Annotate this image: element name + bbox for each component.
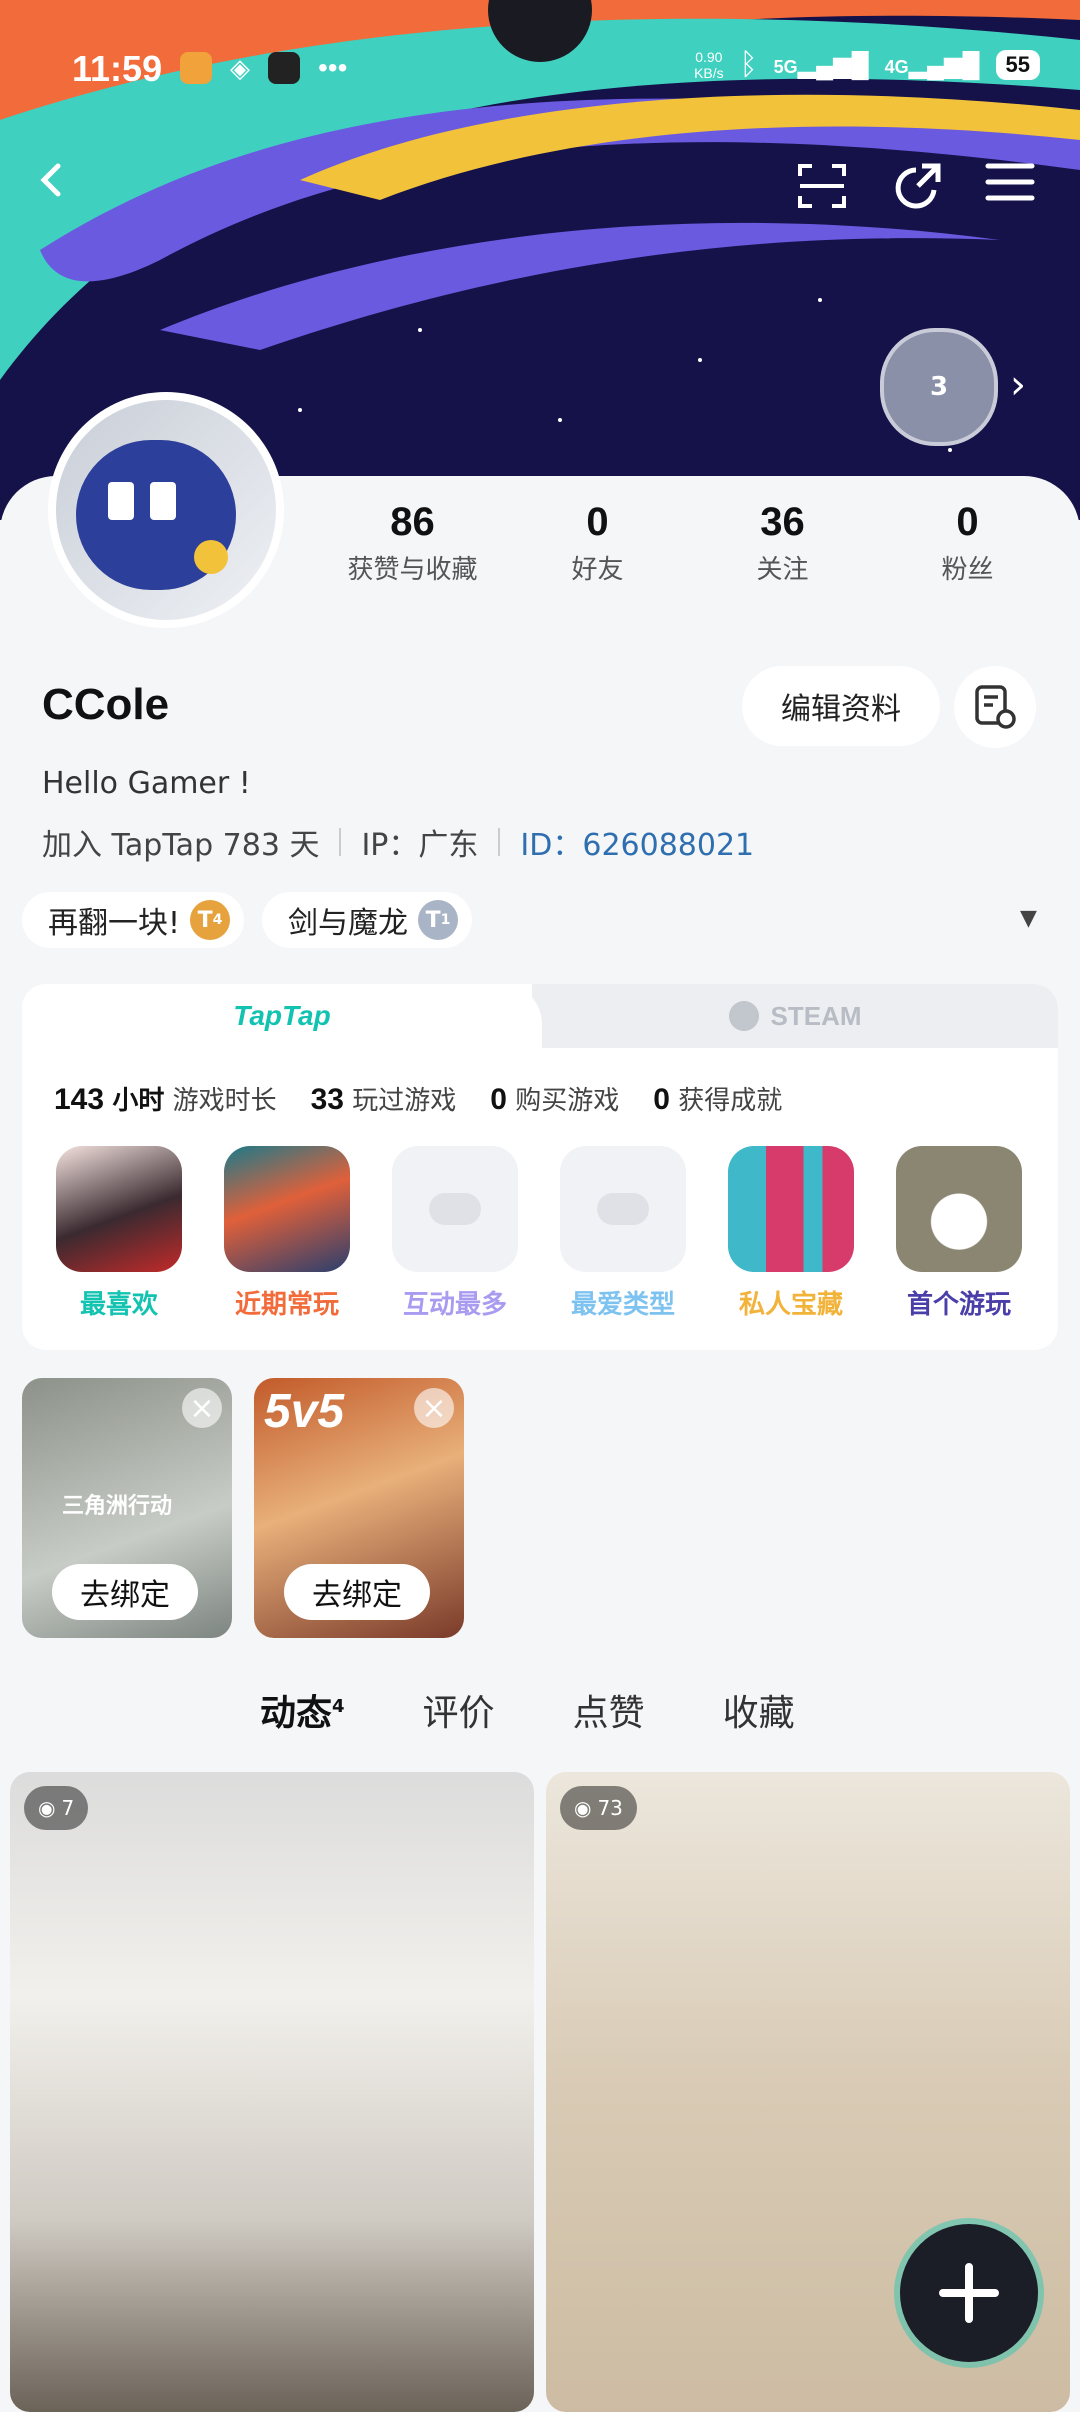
bind-game-card[interactable]: 三角洲行动 × 去绑定 — [22, 1378, 232, 1638]
bluetooth-icon: ᛒ — [739, 48, 758, 81]
platform-tabs: STEAM TapTap — [22, 984, 1058, 1048]
bind-button[interactable]: 去绑定 — [284, 1564, 430, 1620]
medal-level: 3 — [929, 372, 949, 402]
category-interaction[interactable]: 互动最多 — [392, 1146, 518, 1321]
stat-achievements: 0 获得成就 — [653, 1083, 783, 1116]
stat-followers[interactable]: 0 粉丝 — [875, 500, 1060, 586]
tag-level-badge: T1 — [418, 900, 459, 940]
app-notification-icon — [268, 52, 300, 84]
user-id[interactable]: ID：626088021 — [520, 820, 754, 864]
stat-bought: 0 购买游戏 — [490, 1083, 620, 1116]
tag-item[interactable]: 再翻一块! T4 — [22, 892, 245, 948]
share-button[interactable] — [890, 160, 954, 224]
steam-icon — [728, 1001, 759, 1031]
medal-badge[interactable]: 3 — [880, 328, 998, 446]
battery-indicator: 55 — [995, 50, 1040, 80]
expand-tags-icon[interactable]: ▼ — [1020, 906, 1037, 931]
eye-icon: ◉ — [38, 1796, 56, 1820]
profile-meta: 加入 TapTap 783 天 IP：广东 ID：626088021 — [42, 820, 754, 864]
edit-profile-button[interactable]: 编辑资料 — [742, 666, 940, 746]
join-days: 加入 TapTap 783 天 — [42, 828, 320, 863]
game-icon — [56, 1146, 182, 1272]
note-gear-icon — [975, 685, 1016, 729]
status-time: 11:59 — [72, 48, 163, 89]
divider — [339, 828, 342, 856]
share-icon — [895, 163, 941, 209]
status-bar: 11:59 ◈ ••• 0.90 KB/s ᛒ 5G▂▄▆█ 4G▂▄▆█ 55 — [72, 48, 1040, 92]
view-count: ◉ 7 — [24, 1786, 89, 1830]
app-notification-icon — [180, 52, 212, 84]
profile-stats: 86 获赞与收藏 0 好友 36 关注 0 粉丝 — [320, 500, 1060, 586]
layers-icon: ◈ — [230, 52, 250, 83]
bind-game-card[interactable]: 5v5 × 去绑定 — [254, 1378, 464, 1638]
tab-steam[interactable]: STEAM — [532, 984, 1058, 1048]
signal-4g-icon: 4G▂▄▆█ — [884, 51, 980, 79]
feed-tabs: 动态4 评价 点赞 收藏 — [260, 1684, 795, 1736]
tag-item[interactable]: 剑与魔龙 T1 — [262, 892, 473, 948]
ip-location: IP：广东 — [361, 828, 479, 863]
eye-icon: ◉ — [574, 1796, 592, 1820]
category-favorite[interactable]: 最喜欢 — [56, 1146, 182, 1321]
category-type[interactable]: 最爱类型 — [560, 1146, 686, 1321]
back-arrow-icon — [40, 163, 61, 197]
menu-button[interactable] — [984, 160, 1048, 224]
tab-like[interactable]: 点赞 — [573, 1684, 645, 1736]
category-recent[interactable]: 近期常玩 — [224, 1146, 350, 1321]
scan-icon — [798, 164, 846, 208]
network-speed: 0.90 KB/s — [694, 49, 724, 81]
tab-collect[interactable]: 收藏 — [723, 1684, 795, 1736]
divider — [498, 828, 501, 856]
status-system-icons: 0.90 KB/s ᛒ 5G▂▄▆█ 4G▂▄▆█ 55 — [694, 48, 1040, 82]
status-notification-icons: ◈ ••• — [180, 52, 347, 84]
view-count: ◉ 73 — [560, 1786, 637, 1830]
notes-settings-button[interactable] — [954, 666, 1036, 748]
stat-playtime: 143 小时 游戏时长 — [54, 1083, 277, 1116]
stat-likes[interactable]: 86 获赞与收藏 — [320, 500, 505, 586]
close-icon[interactable]: × — [414, 1388, 454, 1428]
bind-button[interactable]: 去绑定 — [52, 1564, 198, 1620]
menu-icon — [985, 163, 1035, 201]
game-logo: 三角洲行动 — [62, 1494, 173, 1519]
stat-following[interactable]: 36 关注 — [690, 500, 875, 586]
game-logo: 5v5 — [264, 1385, 345, 1438]
avatar-image — [56, 400, 276, 620]
tab-taptap[interactable]: TapTap — [22, 984, 542, 1048]
chevron-right-icon[interactable]: › — [1010, 362, 1026, 408]
game-icon — [728, 1146, 854, 1272]
signal-5g-icon: 5G▂▄▆█ — [773, 51, 869, 79]
game-icon — [896, 1146, 1022, 1272]
category-treasure[interactable]: 私人宝藏 — [728, 1146, 854, 1321]
create-post-button[interactable] — [900, 2224, 1038, 2362]
game-stats: 143 小时 游戏时长 33 玩过游戏 0 购买游戏 0 获得成就 — [54, 1080, 782, 1117]
close-icon[interactable]: × — [182, 1388, 222, 1428]
gamepad-placeholder-icon — [560, 1146, 686, 1272]
game-icon — [224, 1146, 350, 1272]
username: CCole — [42, 680, 170, 729]
plus-icon — [939, 2263, 999, 2323]
game-tags: 再翻一块! T4 剑与魔龙 T1 — [22, 892, 473, 948]
avatar[interactable] — [48, 392, 284, 628]
tab-dynamic[interactable]: 动态4 — [260, 1684, 345, 1736]
category-first[interactable]: 首个游玩 — [896, 1146, 1022, 1321]
back-button[interactable] — [32, 160, 96, 224]
gamepad-placeholder-icon — [392, 1146, 518, 1272]
profile-bio: Hello Gamer ! — [42, 766, 251, 801]
game-category-list: 最喜欢 近期常玩 互动最多 最爱类型 私人宝藏 首个游玩 — [56, 1146, 1022, 1321]
games-summary-card: STEAM TapTap 143 小时 游戏时长 33 玩过游戏 0 购买游戏 … — [22, 984, 1058, 1350]
stat-friends[interactable]: 0 好友 — [505, 500, 690, 586]
feed-post[interactable]: ◉ 7 — [10, 1772, 534, 2412]
stat-played: 33 玩过游戏 — [310, 1083, 457, 1116]
more-dots-icon: ••• — [318, 52, 348, 83]
tab-review[interactable]: 评价 — [423, 1684, 495, 1736]
tag-level-badge: T4 — [190, 900, 231, 940]
scan-button[interactable] — [796, 160, 860, 224]
